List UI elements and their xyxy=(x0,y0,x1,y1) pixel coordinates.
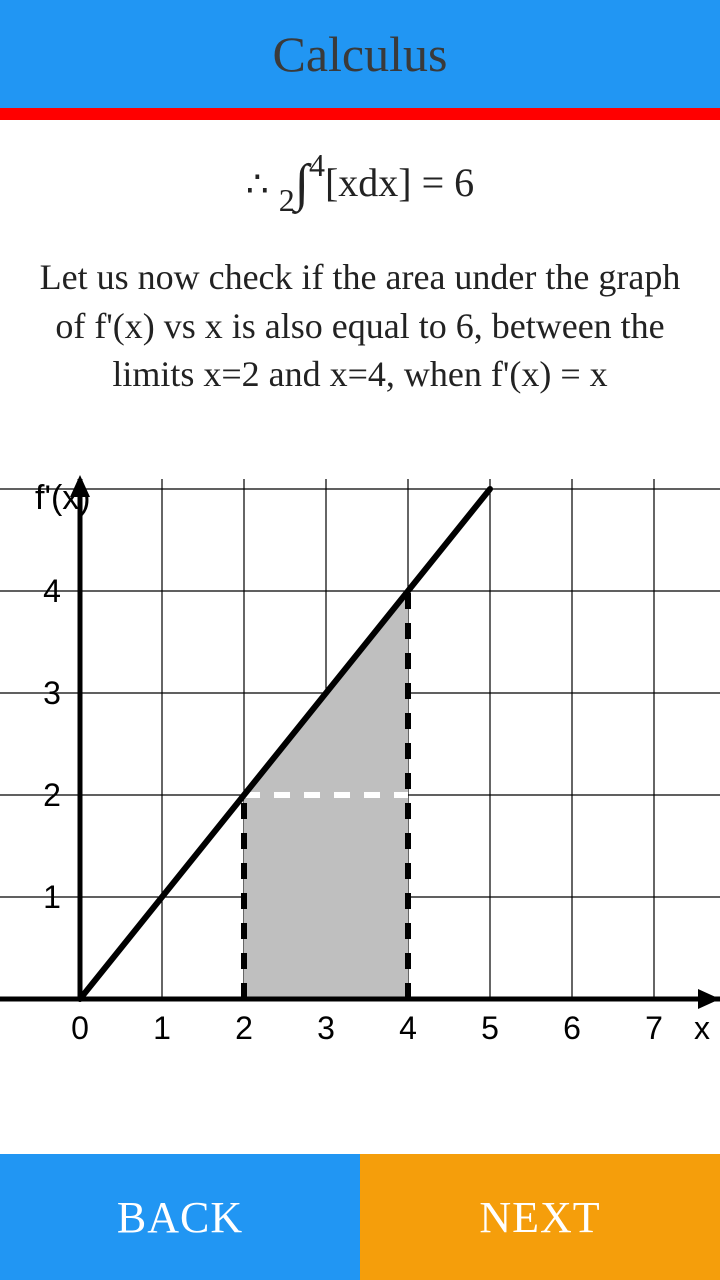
svg-text:5: 5 xyxy=(481,1010,499,1046)
page-title: Calculus xyxy=(273,25,448,83)
area-under-curve-chart: 0 1 2 3 4 5 6 7 1 2 3 4 f'(x) x xyxy=(0,449,720,1069)
svg-text:2: 2 xyxy=(43,777,61,813)
nav-footer: BACK NEXT xyxy=(0,1154,720,1280)
svg-text:3: 3 xyxy=(43,675,61,711)
svg-text:1: 1 xyxy=(153,1010,171,1046)
svg-text:0: 0 xyxy=(71,1010,89,1046)
integral-lower-bound: 2 xyxy=(279,182,295,218)
next-button[interactable]: NEXT xyxy=(360,1154,720,1280)
svg-text:6: 6 xyxy=(563,1010,581,1046)
app-header: Calculus xyxy=(0,0,720,108)
svg-text:2: 2 xyxy=(235,1010,253,1046)
integral-equation: ∴ 2∫4[xdx] = 6 xyxy=(20,150,700,213)
back-button[interactable]: BACK xyxy=(0,1154,360,1280)
svg-text:1: 1 xyxy=(43,879,61,915)
therefore-symbol: ∴ xyxy=(246,164,269,204)
integrand-text: [xdx] = 6 xyxy=(325,160,474,205)
svg-text:x: x xyxy=(694,1010,710,1046)
chart-container: 0 1 2 3 4 5 6 7 1 2 3 4 f'(x) x xyxy=(0,449,720,1069)
integral-symbol: ∫ xyxy=(295,155,309,212)
svg-text:4: 4 xyxy=(399,1010,417,1046)
svg-text:f'(x): f'(x) xyxy=(35,479,91,517)
svg-text:7: 7 xyxy=(645,1010,663,1046)
lesson-content: ∴ 2∫4[xdx] = 6 Let us now check if the a… xyxy=(0,120,720,1154)
integral-upper-bound: 4 xyxy=(309,147,325,183)
lesson-paragraph: Let us now check if the area under the g… xyxy=(20,253,700,399)
svg-text:3: 3 xyxy=(317,1010,335,1046)
svg-text:4: 4 xyxy=(43,573,61,609)
header-divider xyxy=(0,108,720,120)
